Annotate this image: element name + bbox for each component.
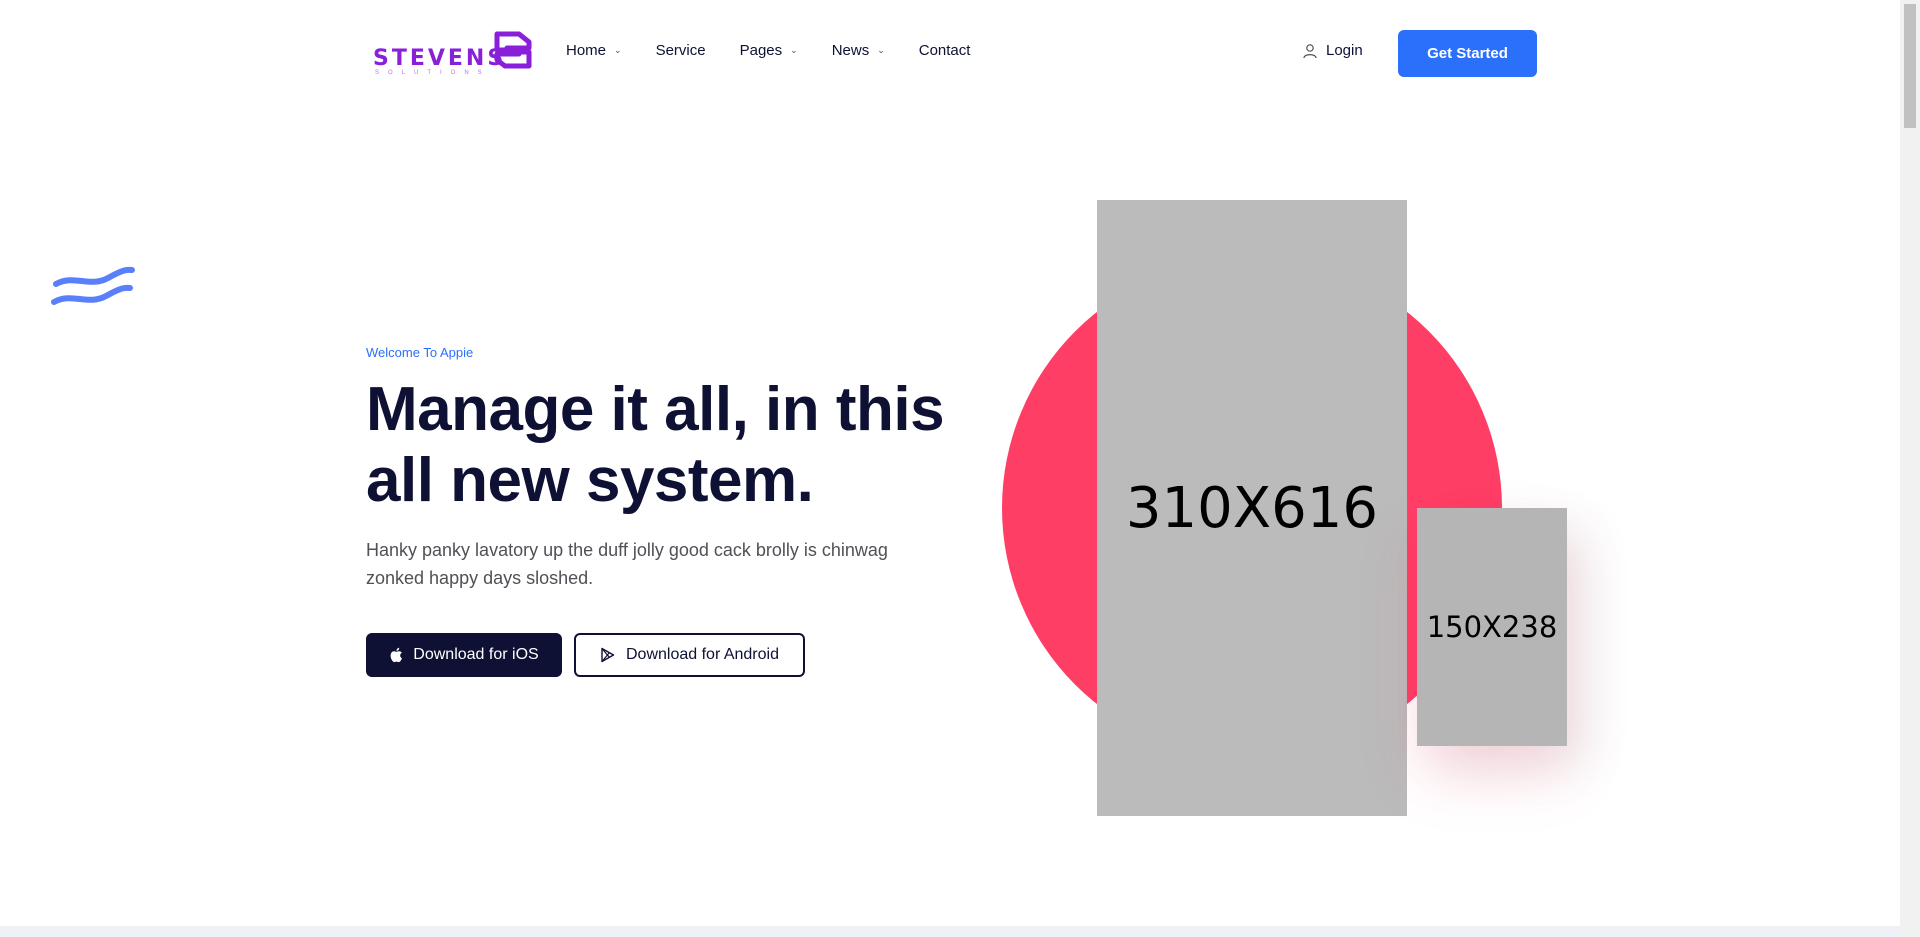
main-nav: Home ⌄ Service Pages ⌄ News ⌄ Contact [566,42,1004,59]
chevron-down-icon: ⌄ [790,45,798,55]
hero-secondary-image: 150X238 [1417,508,1567,746]
download-ios-label: Download for iOS [413,646,539,663]
logo-mark-icon [494,31,532,69]
nav-item-label: Service [655,42,706,59]
login-label: Login [1326,42,1363,59]
download-android-label: Download for Android [626,646,779,663]
hero-main-image: 310X616 [1097,200,1407,816]
hero-description: Hanky panky lavatory up the duff jolly g… [366,540,888,588]
chevron-down-icon: ⌄ [614,45,622,55]
brand-name: STEVENS [373,46,507,71]
download-ios-button[interactable]: Download for iOS [366,633,562,677]
hero-eyebrow: Welcome To Appie [366,345,474,360]
next-section-edge [0,926,1900,937]
site-header: STEVENS SOLUTIONS Home ⌄ Service Pages ⌄… [0,0,1900,106]
apple-icon [390,647,403,663]
nav-item-service[interactable]: Service [656,42,706,59]
page-scrollbar[interactable] [1900,0,1920,937]
scrollbar-thumb[interactable] [1904,4,1916,128]
nav-item-pages[interactable]: Pages ⌄ [740,42,798,59]
nav-item-label: Home [566,42,607,59]
nav-item-contact[interactable]: Contact [919,42,971,59]
nav-item-home[interactable]: Home ⌄ [566,42,622,59]
user-icon [1303,43,1317,58]
chevron-down-icon: ⌄ [877,45,885,55]
brand-tagline: SOLUTIONS [375,70,491,76]
main-image-placeholder-label: 310X616 [1125,475,1379,541]
brand-logo[interactable]: STEVENS SOLUTIONS [371,28,533,78]
nav-item-news[interactable]: News ⌄ [832,42,885,59]
login-link[interactable]: Login [1302,42,1363,59]
download-android-button[interactable]: Download for Android [574,633,805,677]
secondary-image-placeholder-label: 150X238 [1426,610,1558,644]
google-play-icon [601,647,615,663]
nav-item-label: Contact [918,42,971,59]
nav-item-label: News [831,42,870,59]
hero-headline: Manage it all, in this all new system. [366,375,945,515]
get-started-button[interactable]: Get Started [1398,30,1537,77]
nav-item-label: Pages [739,42,783,59]
wave-decoration-icon [51,266,135,305]
